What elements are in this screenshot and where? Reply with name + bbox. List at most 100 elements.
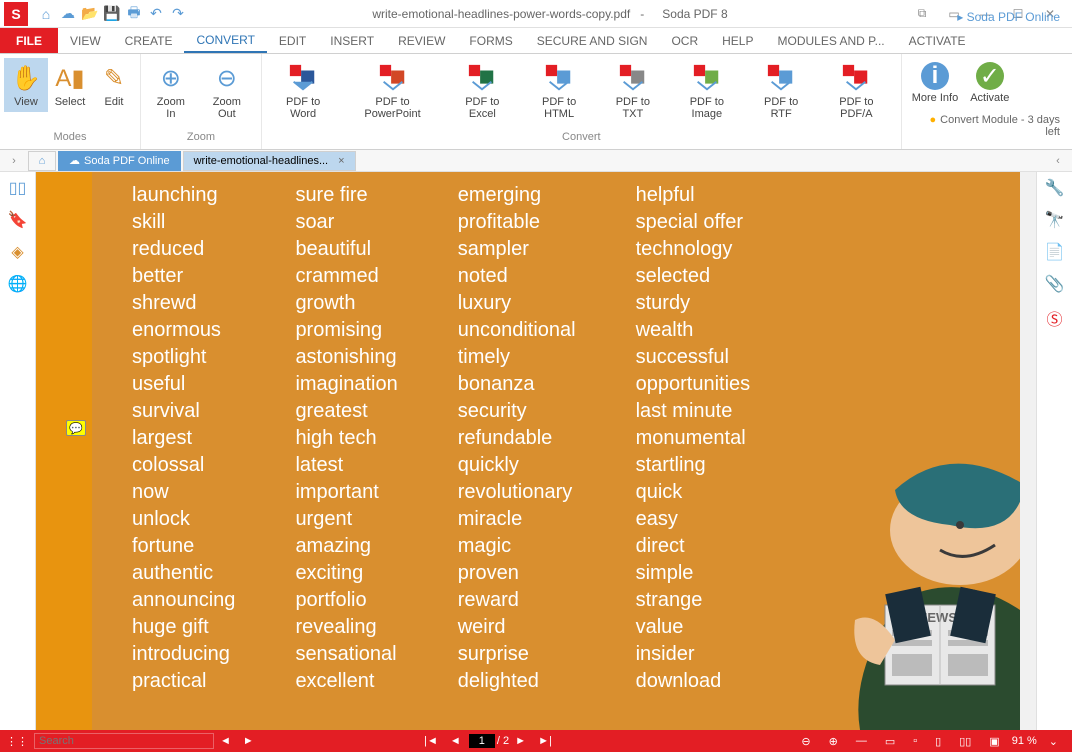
activate-button[interactable]: ✓ Activate xyxy=(964,58,1015,108)
word-item: insider xyxy=(636,641,751,668)
word-item: weird xyxy=(458,614,576,641)
last-page-icon[interactable]: ►| xyxy=(532,735,558,747)
notes-icon[interactable]: 📄 xyxy=(1045,242,1065,262)
word-item: strange xyxy=(636,587,751,614)
zoom-dropdown-icon[interactable]: ⌄ xyxy=(1043,735,1064,748)
word-item: opportunities xyxy=(636,371,751,398)
home-tab-icon[interactable]: ⌂ xyxy=(28,151,56,171)
group-label-convert: Convert xyxy=(262,131,901,149)
pdf-to-html-button[interactable]: PDF to HTML xyxy=(520,58,598,124)
3d-view-icon[interactable]: ▣ xyxy=(983,735,1005,748)
layers-panel-icon[interactable]: ◈ xyxy=(8,242,28,262)
zoom-out-button[interactable]: ⊖ Zoom Out xyxy=(197,58,257,124)
window-title: write-emotional-headlines-power-words-co… xyxy=(192,7,908,21)
word-item: greatest xyxy=(295,398,397,425)
tab-create[interactable]: CREATE xyxy=(113,28,185,53)
search-prev-icon[interactable]: ◄ xyxy=(214,735,237,747)
zoom-in-button[interactable]: ⊕ Zoom In xyxy=(145,58,197,124)
fit-page-icon[interactable]: ▫ xyxy=(907,735,923,747)
expand-left-icon[interactable]: › xyxy=(0,155,28,167)
pages-panel-icon[interactable]: ▯▯ xyxy=(8,178,28,198)
tab-help[interactable]: HELP xyxy=(710,28,765,53)
search-next-icon[interactable]: ► xyxy=(237,735,260,747)
word-item: simple xyxy=(636,560,751,587)
cloud-icon[interactable]: ☁ xyxy=(60,6,76,22)
expand-right-icon[interactable]: ‹ xyxy=(1044,155,1072,167)
pdf-to-image-button[interactable]: PDF to Image xyxy=(667,58,746,124)
word-item: security xyxy=(458,398,576,425)
tab-file[interactable]: FILE xyxy=(0,28,58,53)
word-item: sensational xyxy=(295,641,397,668)
restore-down-icon[interactable]: ⧉ xyxy=(908,4,936,24)
word-item: luxury xyxy=(458,290,576,317)
soda-pdf-online-link[interactable]: ▸ Soda PDF Online xyxy=(957,10,1072,30)
cloud-panel-icon[interactable]: 🌐 xyxy=(8,274,28,294)
pdf-to-txt-button[interactable]: PDF to TXT xyxy=(598,58,667,124)
open-icon[interactable]: 📂 xyxy=(82,6,98,22)
close-tab-icon[interactable]: × xyxy=(338,155,344,167)
comment-note-icon[interactable]: 💬 xyxy=(66,420,86,436)
word-item: amazing xyxy=(295,533,397,560)
word-item: high tech xyxy=(295,425,397,452)
stamp-icon[interactable]: Ⓢ xyxy=(1046,306,1062,330)
tab-activate[interactable]: ACTIVATE xyxy=(897,28,978,53)
first-page-icon[interactable]: |◄ xyxy=(418,735,444,747)
redo-icon[interactable]: ↷ xyxy=(170,6,186,22)
image-icon xyxy=(691,62,723,94)
current-page[interactable]: 1 xyxy=(469,734,495,748)
pdf-to-rtf-button[interactable]: PDF to RTF xyxy=(746,58,816,124)
status-menu-icon[interactable]: ⋮⋮ xyxy=(0,735,34,748)
pdf-to-pdfa-button[interactable]: PDF to PDF/A xyxy=(816,58,897,124)
word-item: quick xyxy=(636,479,751,506)
fit-width-icon[interactable]: ▭ xyxy=(879,735,901,748)
single-page-icon[interactable]: ▯ xyxy=(929,735,947,748)
info-icon: i xyxy=(921,62,949,90)
next-page-icon[interactable]: ► xyxy=(509,735,532,747)
vertical-scrollbar[interactable] xyxy=(1020,172,1036,730)
search-input[interactable] xyxy=(34,733,214,749)
word-item: last minute xyxy=(636,398,751,425)
soda-online-tab[interactable]: ☁ Soda PDF Online xyxy=(58,151,181,171)
zoom-out-status-icon[interactable]: ⊖ xyxy=(795,735,816,748)
print-icon[interactable]: 🖶 xyxy=(126,6,142,22)
more-info-button[interactable]: i More Info xyxy=(906,58,964,108)
word-item: skill xyxy=(132,209,235,236)
view-mode-button[interactable]: ✋ View xyxy=(4,58,48,112)
word-item: largest xyxy=(132,425,235,452)
tab-ocr[interactable]: OCR xyxy=(659,28,710,53)
edit-mode-button[interactable]: ✎ Edit xyxy=(92,58,136,112)
tab-view[interactable]: VIEW xyxy=(58,28,113,53)
tab-insert[interactable]: INSERT xyxy=(318,28,386,53)
word-item: survival xyxy=(132,398,235,425)
pdf-to-excel-button[interactable]: PDF to Excel xyxy=(445,58,520,124)
attachment-icon[interactable]: 📎 xyxy=(1045,274,1065,294)
wrench-icon[interactable]: 🔧 xyxy=(1045,178,1065,198)
continuous-icon[interactable]: ▯▯ xyxy=(953,735,977,748)
pdf-page: launchingskillreducedbettershrewdenormou… xyxy=(92,172,1020,730)
word-item: timely xyxy=(458,344,576,371)
word-item: portfolio xyxy=(295,587,397,614)
module-status: Convert Module - 3 days left xyxy=(902,112,1072,140)
document-tab[interactable]: write-emotional-headlines... × xyxy=(183,151,356,171)
tab-modules[interactable]: MODULES AND P... xyxy=(765,28,896,53)
binoculars-icon[interactable]: 🔭 xyxy=(1045,210,1065,230)
undo-icon[interactable]: ↶ xyxy=(148,6,164,22)
select-mode-button[interactable]: A▮ Select xyxy=(48,58,92,112)
prev-page-icon[interactable]: ◄ xyxy=(444,735,467,747)
pdf-to-word-button[interactable]: PDF to Word xyxy=(266,58,341,124)
word-item: important xyxy=(295,479,397,506)
tab-secure[interactable]: SECURE AND SIGN xyxy=(525,28,660,53)
pdf-to-powerpoint-button[interactable]: PDF to PowerPoint xyxy=(340,58,444,124)
tab-convert[interactable]: CONVERT xyxy=(184,28,266,53)
tab-review[interactable]: REVIEW xyxy=(386,28,457,53)
zoom-in-status-icon[interactable]: ⊕ xyxy=(823,735,844,748)
word-item: better xyxy=(132,263,235,290)
word-item: revealing xyxy=(295,614,397,641)
home-icon[interactable]: ⌂ xyxy=(38,6,54,22)
word-item: imagination xyxy=(295,371,397,398)
tab-edit[interactable]: EDIT xyxy=(267,28,318,53)
save-icon[interactable]: 💾 xyxy=(104,6,120,22)
bookmarks-panel-icon[interactable]: 🔖 xyxy=(8,210,28,230)
tab-forms[interactable]: FORMS xyxy=(457,28,524,53)
word-item: useful xyxy=(132,371,235,398)
